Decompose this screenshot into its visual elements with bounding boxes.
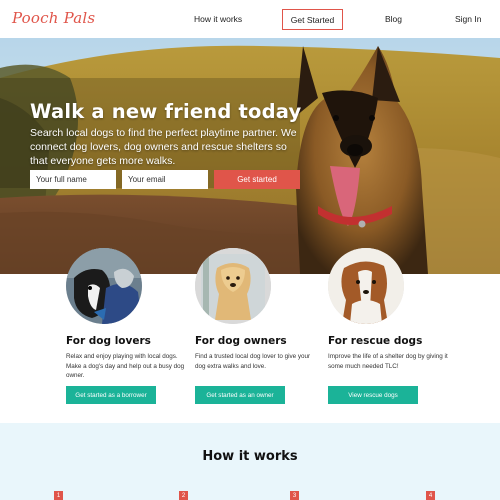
card-text-dog-owners: Find a trusted local dog lover to give y… <box>195 353 311 370</box>
dog-lovers-photo <box>66 248 142 324</box>
hero-subtitle: Search local dogs to find the perfect pl… <box>30 127 297 167</box>
card-title-rescue-dogs: For rescue dogs <box>328 335 423 347</box>
nav-get-started-button[interactable]: Get Started <box>282 9 343 30</box>
email-input[interactable]: Your email <box>122 170 208 189</box>
owner-button[interactable]: Get started as an owner <box>195 386 285 404</box>
nav-link-blog[interactable]: Blog <box>385 14 402 24</box>
nav-link-sign-in[interactable]: Sign In <box>455 14 481 24</box>
nav-link-how-it-works[interactable]: How it works <box>194 14 242 24</box>
rescue-dogs-button[interactable]: View rescue dogs <box>328 386 418 404</box>
how-it-works-title: How it works <box>202 449 298 464</box>
card-text-dog-lovers: Relax and enjoy playing with local dogs.… <box>66 353 185 379</box>
step-badge: 1 <box>54 491 63 500</box>
step-badge: 4 <box>426 491 435 500</box>
top-nav: Pooch Pals How it works Get Started Blog… <box>0 0 500 38</box>
logo[interactable]: Pooch Pals <box>12 9 95 27</box>
hero-title: Walk a new friend today <box>30 100 302 123</box>
rescue-dogs-photo <box>328 248 404 324</box>
card-title-dog-owners: For dog owners <box>195 335 287 347</box>
full-name-input[interactable]: Your full name <box>30 170 116 189</box>
dog-owners-photo <box>195 248 271 324</box>
card-title-dog-lovers: For dog lovers <box>66 335 151 347</box>
step-badge: 2 <box>179 491 188 500</box>
get-started-button[interactable]: Get started <box>214 170 300 189</box>
card-text-rescue-dogs: Improve the life of a shelter dog by giv… <box>328 353 448 370</box>
hero-section: Walk a new friend today Search local dog… <box>0 38 500 274</box>
step-badge: 3 <box>290 491 299 500</box>
borrower-button[interactable]: Get started as a borrower <box>66 386 156 404</box>
